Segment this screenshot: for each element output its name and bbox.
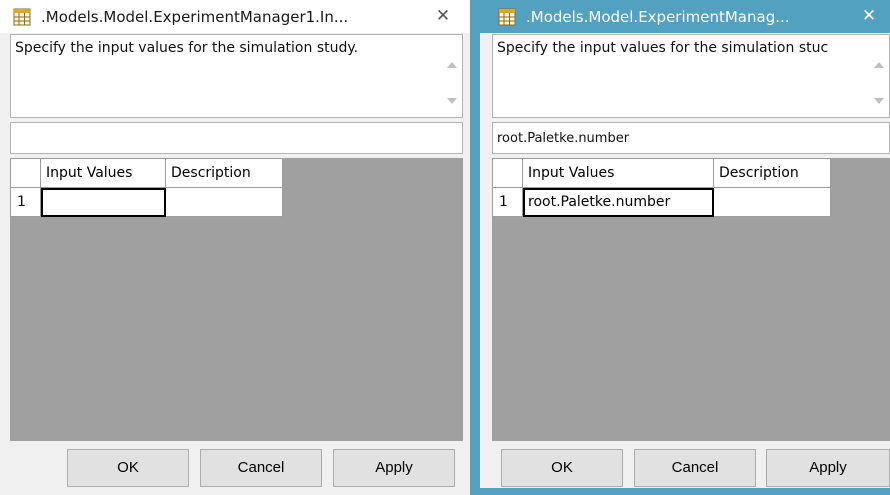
close-icon[interactable]: ✕ <box>860 7 878 25</box>
cell-description[interactable] <box>165 187 283 217</box>
title-bar[interactable]: .Models.Model.ExperimentManager1.In... ✕ <box>0 0 470 33</box>
description-scrollbar[interactable] <box>442 35 462 117</box>
window-border <box>470 0 480 495</box>
grid-table: Input Values Description 1 <box>10 158 283 217</box>
input-values-dialog-inactive: .Models.Model.ExperimentManager1.In... ✕… <box>0 0 470 495</box>
input-values-dialog-active: .Models.Model.ExperimentManag... ✕ Speci… <box>480 0 890 495</box>
grid-corner-cell[interactable] <box>492 158 523 188</box>
ok-button[interactable]: OK <box>501 449 623 487</box>
table-window-icon <box>498 8 516 25</box>
table-row: 1 <box>10 187 283 217</box>
apply-button[interactable]: Apply <box>333 449 455 487</box>
description-text: Specify the input values for the simulat… <box>15 40 359 56</box>
column-header-input-values[interactable]: Input Values <box>40 158 166 188</box>
grid-table: Input Values Description 1 root.Paletke.… <box>492 158 831 217</box>
button-bar: OK Cancel Apply <box>0 441 470 495</box>
cancel-button[interactable]: Cancel <box>200 449 322 487</box>
close-icon[interactable]: ✕ <box>434 7 452 25</box>
scroll-down-arrow-icon[interactable] <box>874 98 884 104</box>
description-scrollbar[interactable] <box>869 35 889 117</box>
window-border-bottom <box>480 488 890 495</box>
description-text: Specify the input values for the simulat… <box>497 40 829 56</box>
input-value-field[interactable] <box>492 122 890 154</box>
input-values-grid[interactable]: Input Values Description 1 root.Paletke.… <box>492 158 890 441</box>
grid-corner-cell[interactable] <box>10 158 41 188</box>
column-header-description[interactable]: Description <box>165 158 283 188</box>
window-title: .Models.Model.ExperimentManag... <box>526 7 790 26</box>
column-header-input-values[interactable]: Input Values <box>522 158 714 188</box>
cancel-button[interactable]: Cancel <box>634 449 756 487</box>
scroll-up-arrow-icon[interactable] <box>874 62 884 68</box>
input-value-text[interactable] <box>493 123 889 153</box>
grid-header-row: Input Values Description <box>492 158 831 188</box>
column-header-description[interactable]: Description <box>713 158 831 188</box>
grid-header-row: Input Values Description <box>10 158 283 188</box>
row-header[interactable]: 1 <box>492 187 523 217</box>
input-values-grid[interactable]: Input Values Description 1 <box>10 158 463 441</box>
title-bar[interactable]: .Models.Model.ExperimentManag... ✕ <box>480 0 890 33</box>
table-window-icon <box>13 8 31 25</box>
scroll-up-arrow-icon[interactable] <box>447 62 457 68</box>
cell-description[interactable] <box>713 187 831 217</box>
description-box: Specify the input values for the simulat… <box>492 34 890 118</box>
input-value-text[interactable] <box>11 123 462 153</box>
button-bar: OK Cancel Apply <box>480 441 890 495</box>
cell-input-value[interactable]: root.Paletke.number <box>522 187 714 217</box>
row-header[interactable]: 1 <box>10 187 41 217</box>
input-value-field[interactable] <box>10 122 463 154</box>
window-title: .Models.Model.ExperimentManager1.In... <box>41 7 349 26</box>
ok-button[interactable]: OK <box>67 449 189 487</box>
description-box: Specify the input values for the simulat… <box>10 34 463 118</box>
apply-button[interactable]: Apply <box>766 449 890 487</box>
table-row: 1 root.Paletke.number <box>492 187 831 217</box>
scroll-down-arrow-icon[interactable] <box>447 98 457 104</box>
cell-input-value[interactable] <box>40 187 166 217</box>
